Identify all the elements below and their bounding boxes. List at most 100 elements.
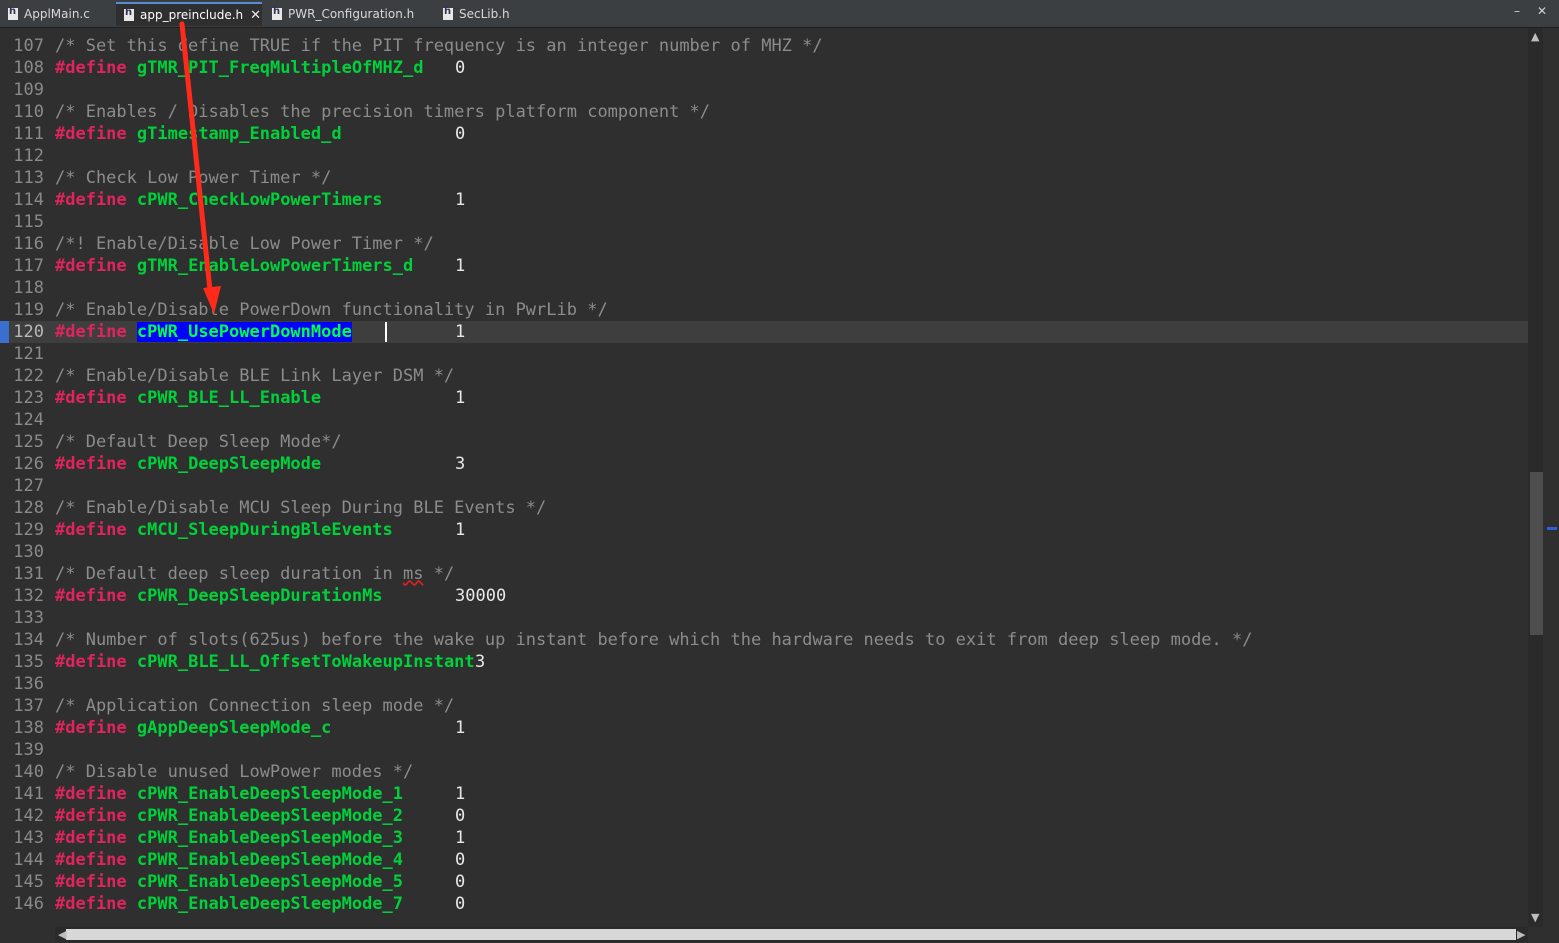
code-line[interactable]: 114 #define cPWR_CheckLowPowerTimers 1 [0,189,1528,211]
code-content: /* Check Low Power Timer */ [55,167,331,189]
code-line[interactable]: 120 #define cPWR_UsePowerDownMode 1 [0,321,1528,343]
macro-name[interactable]: cPWR_CheckLowPowerTimers [137,190,383,210]
macro-value: 0 [455,872,466,892]
macro-name[interactable]: cPWR_EnableDeepSleepMode_3 [137,828,403,848]
code-line[interactable]: 142 #define cPWR_EnableDeepSleepMode_2 0 [0,805,1528,827]
macro-name[interactable]: gTimestamp_Enabled_d [137,124,342,144]
minimize-icon[interactable]: – [1514,4,1520,18]
macro-name[interactable]: cPWR_EnableDeepSleepMode_4 [137,850,403,870]
tab-seclib-h[interactable]: SecLib.h [443,2,510,26]
define-keyword: #define [55,190,127,210]
define-keyword: #define [55,454,127,474]
comment-text: /* Enable/Disable PowerDown functionalit… [55,300,608,320]
line-number: 112 [13,146,44,166]
macro-name[interactable]: cPWR_EnableDeepSleepMode_7 [137,894,403,914]
code-content: /* Disable unused LowPower modes */ [55,761,413,783]
code-line[interactable]: 133 [0,607,1528,629]
macro-name[interactable]: cPWR_BLE_LL_OffsetToWakeupInstant [137,652,475,672]
code-line[interactable]: 145 #define cPWR_EnableDeepSleepMode_5 0 [0,871,1528,893]
code-line[interactable]: 113 /* Check Low Power Timer */ [0,167,1528,189]
code-line[interactable]: 140 /* Disable unused LowPower modes */ [0,761,1528,783]
code-line[interactable]: 124 [0,409,1528,431]
line-number: 139 [13,740,44,760]
tab-label: app_preinclude.h [140,8,244,22]
code-line[interactable]: 118 [0,277,1528,299]
code-line[interactable]: 129 #define cMCU_SleepDuringBleEvents 1 [0,519,1528,541]
code-line[interactable]: 107 /* Set this define TRUE if the PIT fr… [0,35,1528,57]
macro-name[interactable]: cPWR_EnableDeepSleepMode_1 [137,784,403,804]
line-number: 126 [13,454,44,474]
code-line[interactable]: 126 #define cPWR_DeepSleepMode 3 [0,453,1528,475]
code-line[interactable]: 127 [0,475,1528,497]
code-line[interactable]: 112 [0,145,1528,167]
code-line[interactable]: 132 #define cPWR_DeepSleepDurationMs 30000 [0,585,1528,607]
scroll-down-arrow-icon[interactable]: ▼ [1531,911,1539,924]
macro-value: 1 [455,256,466,276]
code-line[interactable]: 121 [0,343,1528,365]
header-file-icon [124,7,134,21]
macro-name[interactable]: cPWR_BLE_LL_Enable [137,388,321,408]
close-tab-icon[interactable]: ✕ [250,8,261,23]
define-keyword: #define [55,58,127,78]
code-line[interactable]: 116 /*! Enable/Disable Low Power Timer */ [0,233,1528,255]
line-number: 138 [13,718,44,738]
code-line[interactable]: 128 /* Enable/Disable MCU Sleep During BL… [0,497,1528,519]
code-line[interactable]: 143 #define cPWR_EnableDeepSleepMode_3 1 [0,827,1528,849]
scroll-left-arrow-icon[interactable]: ◀ [58,928,66,941]
code-line[interactable]: 144 #define cPWR_EnableDeepSleepMode_4 0 [0,849,1528,871]
line-number: 129 [13,520,44,540]
line-number: 146 [13,894,44,914]
line-number: 127 [13,476,44,496]
code-line[interactable]: 119 /* Enable/Disable PowerDown functiona… [0,299,1528,321]
close-window-icon[interactable]: ✕ [1537,4,1547,18]
code-content: /* Application Connection sleep mode */ [55,695,454,717]
code-content: #define cPWR_EnableDeepSleepMode_5 [55,871,403,893]
code-line[interactable]: 141 #define cPWR_EnableDeepSleepMode_1 1 [0,783,1528,805]
macro-name[interactable]: cPWR_DeepSleepMode [137,454,321,474]
code-line[interactable]: 139 [0,739,1528,761]
comment-text: /* Set this define TRUE if the PIT frequ… [55,36,823,56]
code-content: #define cPWR_DeepSleepDurationMs [55,585,383,607]
code-line[interactable]: 130 [0,541,1528,563]
code-line[interactable]: 146 #define cPWR_EnableDeepSleepMode_7 0 [0,893,1528,915]
horizontal-scroll-thumb[interactable] [66,929,1516,940]
code-line[interactable]: 136 [0,673,1528,695]
code-line[interactable]: 123 #define cPWR_BLE_LL_Enable 1 [0,387,1528,409]
macro-name[interactable]: gTMR_EnableLowPowerTimers_d [137,256,413,276]
tab-applmain-c[interactable]: ApplMain.c [8,2,90,26]
macro-name[interactable]: cPWR_UsePowerDownMode [136,322,352,342]
macro-value: 0 [455,124,466,144]
define-keyword: #define [55,322,127,342]
tab-pwr-configuration-h[interactable]: PWR_Configuration.h [272,2,414,26]
code-line[interactable]: 138 #define gAppDeepSleepMode_c 1 [0,717,1528,739]
line-number: 125 [13,432,44,452]
scroll-up-arrow-icon[interactable]: ▲ [1531,30,1539,43]
code-line[interactable]: 122 /* Enable/Disable BLE Link Layer DSM … [0,365,1528,387]
code-line[interactable]: 135 #define cPWR_BLE_LL_OffsetToWakeupIns… [0,651,1528,673]
code-editor[interactable]: 107 /* Set this define TRUE if the PIT fr… [0,28,1528,927]
macro-name[interactable]: cMCU_SleepDuringBleEvents [137,520,393,540]
macro-name[interactable]: gAppDeepSleepMode_c [137,718,331,738]
code-content: /* Default Deep Sleep Mode*/ [55,431,342,453]
macro-name[interactable]: cPWR_EnableDeepSleepMode_5 [137,872,403,892]
line-number: 134 [13,630,44,650]
vertical-scroll-thumb[interactable] [1530,472,1543,635]
code-line[interactable]: 115 [0,211,1528,233]
macro-name[interactable]: cPWR_EnableDeepSleepMode_2 [137,806,403,826]
code-line[interactable]: 110 /* Enables / Disables the precision t… [0,101,1528,123]
macro-name[interactable]: gTMR_PIT_FreqMultipleOfMHZ_d [137,58,424,78]
macro-name[interactable]: cPWR_DeepSleepDurationMs [137,586,383,606]
code-line[interactable]: 134 /* Number of slots(625us) before the … [0,629,1528,651]
code-line[interactable]: 111 #define gTimestamp_Enabled_d 0 [0,123,1528,145]
scroll-right-arrow-icon[interactable]: ▶ [1517,928,1525,941]
code-line[interactable]: 125 /* Default Deep Sleep Mode*/ [0,431,1528,453]
code-line[interactable]: 131 /* Default deep sleep duration in ms … [0,563,1528,585]
code-line[interactable]: 117 #define gTMR_EnableLowPowerTimers_d 1 [0,255,1528,277]
code-line[interactable]: 109 [0,79,1528,101]
code-line[interactable]: 108 #define gTMR_PIT_FreqMultipleOfMHZ_d 0 [0,57,1528,79]
code-content: #define cPWR_CheckLowPowerTimers [55,189,383,211]
code-line[interactable]: 137 /* Application Connection sleep mode … [0,695,1528,717]
line-number: 107 [13,36,44,56]
line-number: 133 [13,608,44,628]
tab-app-preinclude-h[interactable]: app_preinclude.h ✕ [116,2,262,26]
